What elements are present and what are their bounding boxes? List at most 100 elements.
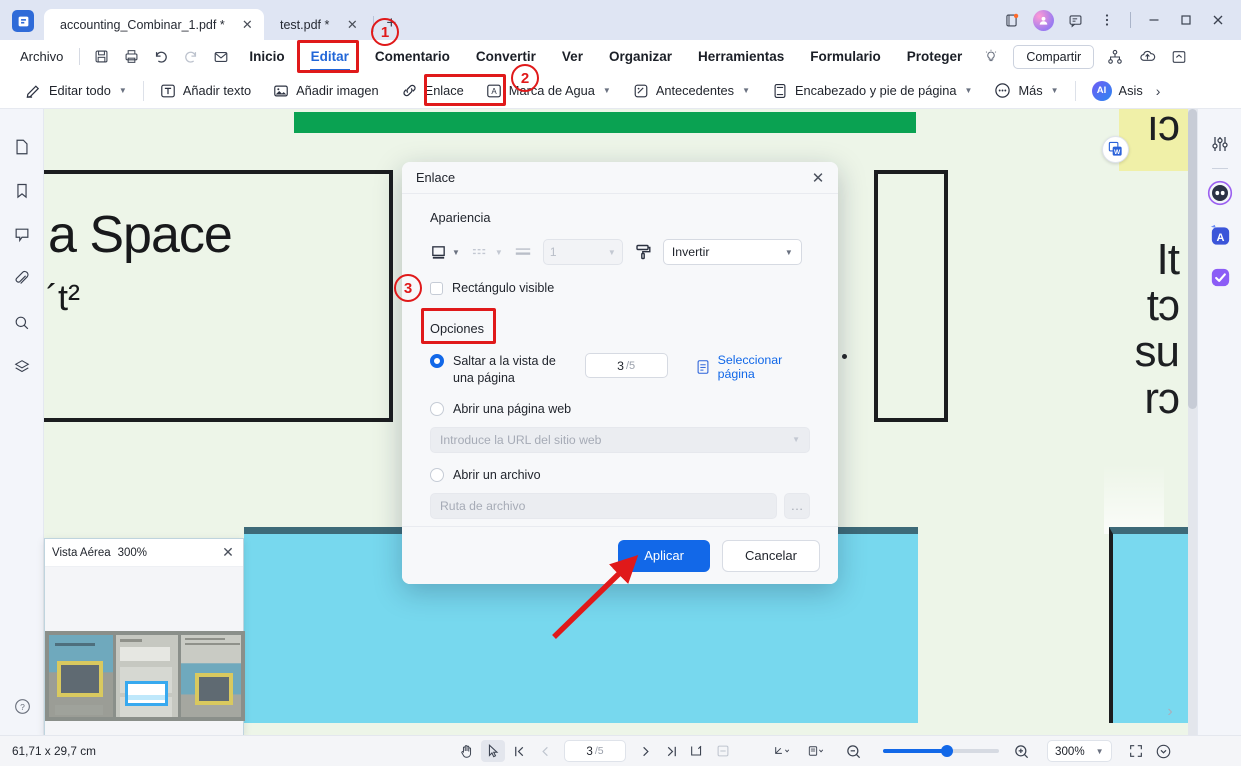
tab-test-pdf[interactable]: test.pdf * ✕	[264, 9, 369, 40]
select-page-link[interactable]: Seleccionar página	[695, 353, 810, 381]
sidebar-item-layers[interactable]	[0, 345, 44, 389]
menu-proteger[interactable]: Proteger	[894, 40, 976, 73]
save-icon[interactable]	[86, 45, 116, 69]
next-page-icon[interactable]	[633, 740, 657, 762]
document-scrollbar[interactable]	[1188, 109, 1197, 736]
apply-button[interactable]: Aplicar	[618, 539, 710, 572]
select-cursor-icon[interactable]	[481, 740, 505, 762]
fullscreen-icon[interactable]	[1124, 740, 1148, 762]
scrollbar-thumb[interactable]	[1188, 109, 1197, 409]
menu-herramientas[interactable]: Herramientas	[685, 40, 797, 73]
sidebar-item-comments[interactable]	[0, 213, 44, 257]
page-layout-icon[interactable]	[799, 740, 831, 762]
pointer-mode-icon[interactable]	[765, 740, 797, 762]
zoom-level-select[interactable]: 300% ▼	[1047, 740, 1112, 762]
zoom-in-icon[interactable]	[1009, 740, 1033, 762]
maximize-button[interactable]	[1171, 7, 1201, 33]
menu-archivo[interactable]: Archivo	[10, 49, 73, 64]
link-dialog[interactable]: Enlace ✕ Apariencia ▼ ▼ 1 ▼ Invertir ▼ R…	[402, 162, 838, 584]
highlight-style-select[interactable]: Invertir ▼	[662, 239, 802, 265]
more-circle-icon[interactable]	[1152, 740, 1176, 762]
menu-formulario[interactable]: Formulario	[797, 40, 894, 73]
hand-icon[interactable]	[455, 740, 479, 762]
aerial-viewport-indicator[interactable]	[125, 681, 168, 706]
first-page-icon[interactable]	[507, 740, 531, 762]
fit-page-icon[interactable]	[685, 740, 709, 762]
zoom-slider-track[interactable]	[883, 745, 999, 757]
cloud-upload-icon[interactable]	[1132, 45, 1162, 69]
menu-ver[interactable]: Ver	[549, 40, 596, 73]
line-thickness-control[interactable]	[514, 244, 532, 260]
account-avatar[interactable]	[1028, 7, 1058, 33]
share-network-icon[interactable]	[1100, 45, 1130, 69]
aerial-view-panel[interactable]: Vista Aérea 300% ✕	[44, 538, 245, 736]
sidebar-item-search[interactable]	[0, 301, 44, 345]
close-icon[interactable]: ✕	[219, 544, 237, 561]
robot-icon[interactable]	[1198, 172, 1241, 214]
sidebar-item-attachments[interactable]	[0, 257, 44, 301]
option-open-file[interactable]: Abrir un archivo	[430, 467, 810, 484]
feedback-icon[interactable]	[1060, 7, 1090, 33]
cancel-button[interactable]: Cancelar	[721, 539, 820, 572]
word-export-icon[interactable]: W	[1102, 136, 1129, 163]
sliders-icon[interactable]	[1198, 123, 1241, 165]
checkmark-icon[interactable]	[1198, 256, 1241, 298]
ribbon-overflow-icon[interactable]: ›	[1156, 83, 1161, 99]
zoom-slider-knob[interactable]	[941, 745, 953, 757]
translate-icon[interactable]: A	[1198, 214, 1241, 256]
border-style-dropdown[interactable]: ▼	[430, 244, 460, 261]
option-open-web[interactable]: Abrir una página web	[430, 401, 810, 418]
tab-close-icon[interactable]: ✕	[239, 16, 256, 34]
ribbon-editar-todo[interactable]: Editar todo ▼	[14, 77, 138, 105]
page-number-input[interactable]: 3 /5	[564, 740, 626, 762]
ribbon-encabezado-pie[interactable]: Encabezado y pie de página ▼	[761, 77, 983, 105]
prev-page-icon[interactable]	[533, 740, 557, 762]
tab-accounting-pdf[interactable]: accounting_Combinar_1.pdf * ✕	[44, 9, 264, 40]
ribbon-asistente-ai[interactable]: AI Asis	[1081, 77, 1154, 105]
aerial-thumbnail[interactable]	[45, 631, 245, 721]
radio-open-web[interactable]	[430, 401, 444, 416]
option-goto-page[interactable]: Saltar a la vista de una página 3 /5 Sel…	[430, 353, 810, 387]
ribbon-anadir-texto[interactable]: Añadir texto	[149, 77, 262, 105]
radio-open-file[interactable]	[430, 467, 444, 482]
close-button[interactable]	[1203, 7, 1233, 33]
dash-style-dropdown[interactable]: ▼	[471, 244, 503, 261]
help-icon[interactable]: ?	[0, 684, 44, 728]
goto-page-input[interactable]: 3 /5	[584, 353, 668, 378]
file-path-input[interactable]: Ruta de archivo	[430, 492, 777, 519]
email-icon[interactable]	[206, 45, 236, 69]
notes-icon[interactable]	[996, 7, 1026, 33]
collapse-ribbon-icon[interactable]	[1164, 45, 1194, 69]
share-button[interactable]: Compartir	[1013, 44, 1095, 69]
menu-inicio[interactable]: Inicio	[236, 40, 297, 73]
visible-rectangle-row[interactable]: Rectángulo visible	[430, 281, 810, 295]
zoom-slider[interactable]	[883, 745, 999, 757]
menu-comentario[interactable]: Comentario	[362, 40, 463, 73]
ribbon-antecedentes[interactable]: Antecedentes ▼	[622, 77, 761, 105]
tab-close-icon[interactable]: ✕	[343, 16, 361, 34]
ribbon-mas[interactable]: Más ▼	[983, 77, 1069, 105]
ribbon-label: Más	[1018, 83, 1043, 98]
fit-width-icon[interactable]	[711, 740, 735, 762]
close-icon[interactable]: ✕	[808, 169, 828, 187]
minimize-button[interactable]	[1139, 7, 1169, 33]
browse-file-button[interactable]: …	[784, 492, 810, 519]
more-options-icon[interactable]	[1092, 7, 1122, 33]
menu-organizar[interactable]: Organizar	[596, 40, 685, 73]
sidebar-item-pages[interactable]	[0, 125, 44, 169]
tips-bulb-icon[interactable]	[983, 49, 999, 65]
sidebar-item-bookmarks[interactable]	[0, 169, 44, 213]
radio-goto-page[interactable]	[430, 354, 444, 368]
paint-roller-icon[interactable]	[634, 243, 652, 261]
ribbon-anadir-imagen[interactable]: Añadir imagen	[262, 77, 390, 105]
visible-rectangle-checkbox[interactable]	[430, 281, 443, 295]
next-page-chevron-icon[interactable]: ›	[1157, 699, 1183, 725]
menu-convertir[interactable]: Convertir	[463, 40, 549, 73]
last-page-icon[interactable]	[659, 740, 683, 762]
undo-icon[interactable]	[146, 45, 176, 69]
zoom-out-icon[interactable]	[841, 740, 865, 762]
border-width-input[interactable]: 1 ▼	[542, 239, 623, 265]
print-icon[interactable]	[116, 45, 146, 69]
aerial-view-body[interactable]	[45, 567, 245, 736]
web-url-input[interactable]: Introduce la URL del sitio web ▼	[430, 426, 810, 453]
